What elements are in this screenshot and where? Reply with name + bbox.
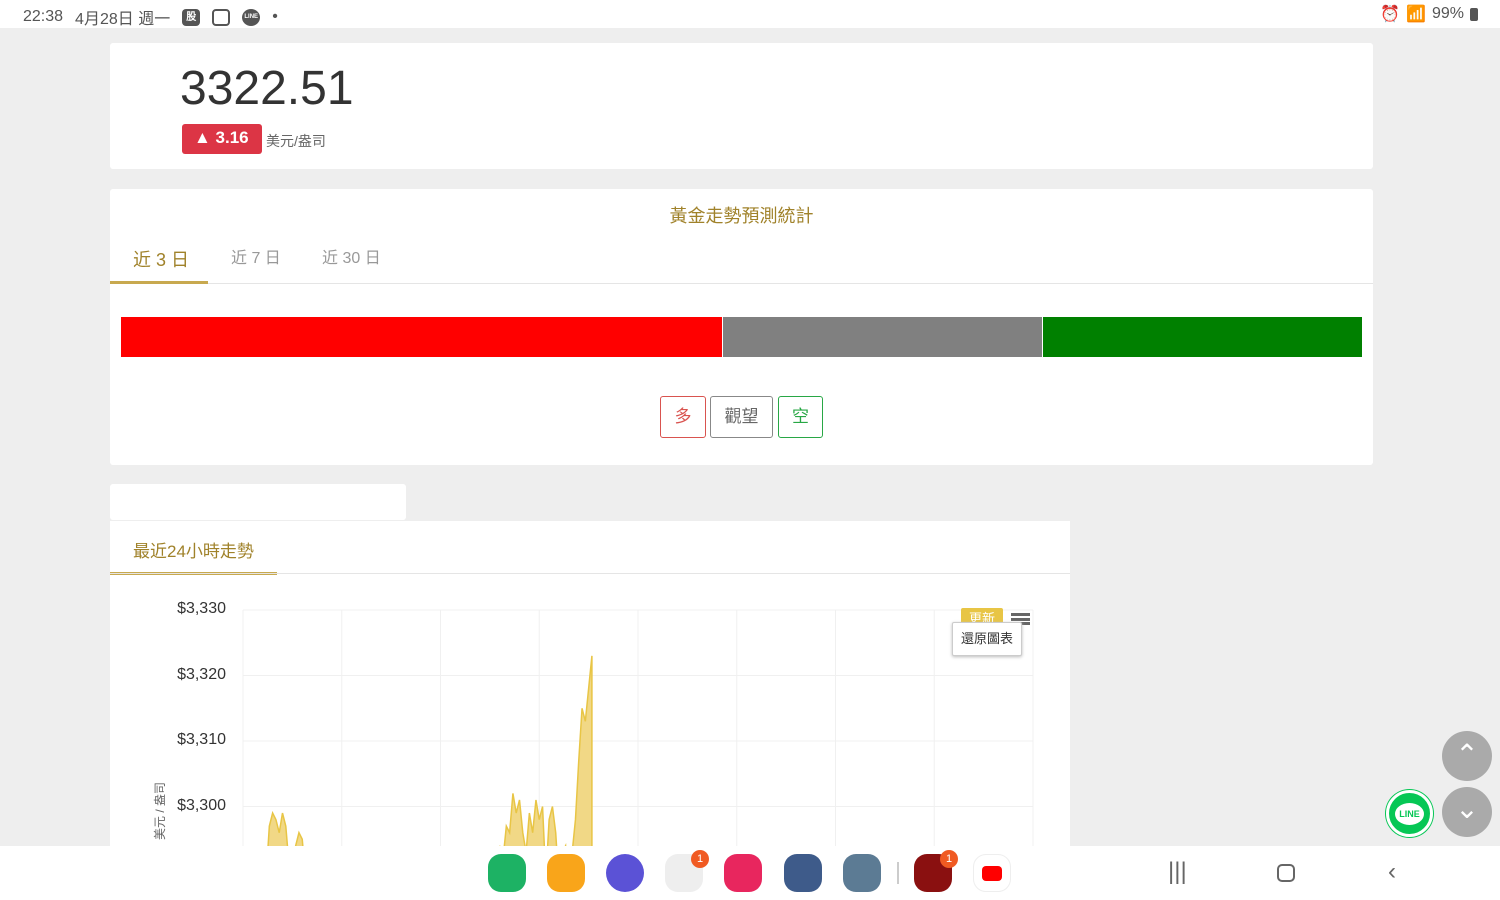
notification-badge: 1 — [691, 850, 709, 868]
internet-app-icon[interactable] — [606, 854, 644, 892]
dock-divider — [897, 862, 899, 884]
wifi-icon: 📶 — [1406, 6, 1426, 23]
camera-app-icon[interactable] — [724, 854, 762, 892]
forecast-split-bar — [121, 317, 1363, 357]
clock: 22:38 — [23, 8, 64, 25]
line-logo-icon: LINE — [1395, 803, 1424, 825]
settings-app-icon[interactable] — [784, 854, 822, 892]
active-tab-underline — [110, 281, 208, 284]
quote-card: 3322.51 ▲ 3.16 美元/盎司 — [110, 43, 1373, 169]
reset-chart-menu-item[interactable]: 還原圖表 — [952, 622, 1022, 656]
battery-icon — [1470, 7, 1478, 21]
neutral-button[interactable]: 觀望 — [710, 396, 773, 438]
blank-tab-card — [110, 484, 406, 520]
taskbar: 1 1 ||| ‹ — [0, 846, 1500, 900]
y-tick-label: $3,330 — [177, 600, 226, 617]
stock-pad-app-icon[interactable]: 1 — [914, 850, 958, 892]
tab-divider — [110, 573, 1070, 574]
back-button[interactable]: ‹ — [1388, 858, 1396, 886]
calendar-notification-icon — [212, 8, 231, 26]
google-folder-icon[interactable]: 1 — [665, 850, 709, 892]
bear-segment — [1042, 317, 1363, 357]
recent-apps-button[interactable]: ||| — [1168, 858, 1187, 886]
alarm-icon: ⏰ — [1380, 6, 1401, 23]
price-unit: 美元/盎司 — [266, 133, 326, 149]
bull-segment — [121, 317, 722, 357]
line-share-button[interactable]: LINE — [1386, 790, 1433, 837]
battery-level: 99% — [1431, 5, 1464, 22]
tab-24h-trend[interactable]: 最近24小時走勢 — [133, 537, 254, 562]
gold-price: 3322.51 — [180, 62, 354, 115]
tab-30-days[interactable]: 近 30 日 — [322, 244, 381, 268]
youtube-app-icon[interactable] — [973, 854, 1011, 892]
bear-button[interactable]: 空 — [778, 396, 823, 438]
neutral-segment — [722, 317, 1042, 357]
home-button[interactable] — [1277, 864, 1295, 882]
date: 4月28日 週一 — [75, 11, 171, 28]
bull-button[interactable]: 多 — [660, 396, 706, 438]
status-bar: 22:38 4月28日 週一 股 LINE • ⏰ 📶 99% — [0, 0, 1500, 28]
notification-badge: 1 — [940, 850, 958, 868]
stock-app-notification-icon: 股 — [182, 8, 201, 26]
trend-card: 最近24小時走勢 — [110, 521, 1070, 851]
app-drawer-icon[interactable] — [843, 854, 881, 892]
price-change-badge: ▲ 3.16 — [182, 124, 262, 154]
y-tick-label: $3,310 — [177, 731, 226, 748]
files-app-icon[interactable] — [547, 854, 585, 892]
line-notification-icon: LINE — [242, 8, 261, 26]
tab-divider — [110, 283, 1373, 284]
forecast-card: 黃金走勢預測統計 近 3 日 近 7 日 近 30 日 多 觀望 空 — [110, 189, 1373, 465]
scroll-down-button[interactable]: ⌄ — [1442, 787, 1492, 837]
y-tick-label: $3,300 — [177, 796, 226, 814]
phone-app-icon[interactable] — [488, 854, 526, 892]
scroll-up-button[interactable]: ⌃ — [1442, 731, 1492, 781]
y-tick-label: $3,320 — [177, 665, 226, 683]
tab-3-days[interactable]: 近 3 日 — [133, 246, 189, 272]
forecast-title: 黃金走勢預測統計 — [669, 206, 814, 226]
more-dot-icon: • — [272, 8, 278, 25]
tab-7-days[interactable]: 近 7 日 — [231, 244, 281, 268]
